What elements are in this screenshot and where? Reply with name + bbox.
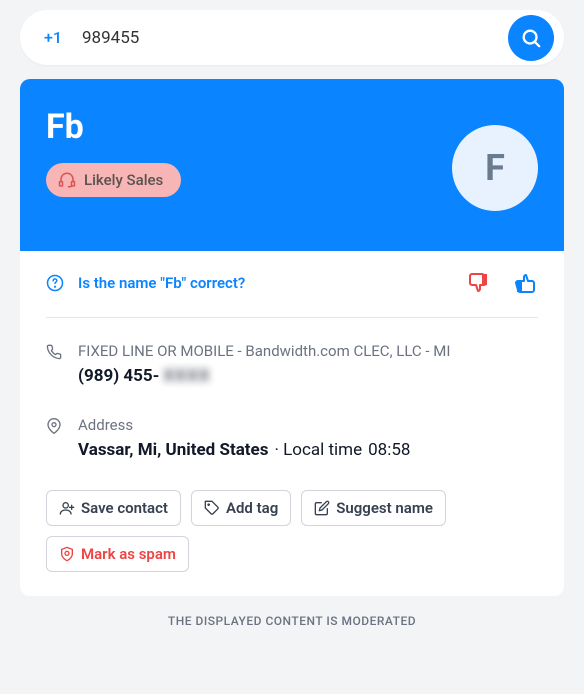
phone-icon [46,342,64,386]
address-city: Vassar, Mi, United States [78,440,268,460]
address-section: Address Vassar, Mi, United States · Loca… [46,416,538,460]
question-icon [46,274,64,292]
phone-visible: (989) 455- [78,366,159,386]
address-value: Vassar, Mi, United States · Local time 0… [78,440,410,460]
tag-icon [204,500,220,516]
save-contact-button[interactable]: Save contact [46,490,181,526]
card-header: Fb Likely Sales F [20,79,564,251]
thumbs-up-button[interactable] [514,271,538,295]
avatar: F [452,125,538,211]
country-code-prefix[interactable]: +1 [44,28,62,47]
likely-sales-badge: Likely Sales [46,163,181,197]
add-tag-label: Add tag [226,499,278,517]
thumbs-down-button[interactable] [466,271,490,295]
phone-hidden: XXXX [163,366,210,386]
carrier-label: FIXED LINE OR MOBILE - Bandwidth.com CLE… [78,342,450,360]
search-icon [520,27,542,49]
address-label: Address [78,416,410,434]
verify-row: Is the name "Fb" correct? [46,271,538,318]
thumbs-up-icon [514,271,538,295]
moderation-footer: THE DISPLAYED CONTENT IS MODERATED [0,596,584,632]
local-time-prefix: · Local time [274,440,362,460]
badge-label: Likely Sales [84,171,163,189]
actions-row: Save contact Add tag Suggest name Mark a… [46,490,538,572]
search-bar: +1 [20,10,564,65]
edit-icon [314,500,330,516]
mark-as-spam-button[interactable]: Mark as spam [46,536,189,572]
thumbs-down-icon [466,271,490,295]
add-tag-button[interactable]: Add tag [191,490,291,526]
suggest-name-label: Suggest name [336,499,433,517]
person-add-icon [59,500,75,516]
suggest-name-button[interactable]: Suggest name [301,490,446,526]
phone-number: (989) 455- XXXX [78,366,450,386]
headset-icon [58,171,76,189]
save-contact-label: Save contact [81,499,168,517]
avatar-letter: F [485,147,505,189]
phone-search-input[interactable] [82,28,508,48]
phone-section: FIXED LINE OR MOBILE - Bandwidth.com CLE… [46,342,538,386]
location-icon [46,416,64,460]
shield-icon [59,546,75,562]
verify-question[interactable]: Is the name "Fb" correct? [78,274,245,292]
card-body: Is the name "Fb" correct? FIXED LINE OR … [20,251,564,596]
search-button[interactable] [508,15,554,61]
local-time: 08:58 [368,440,410,460]
mark-as-spam-label: Mark as spam [81,545,176,563]
result-card: Fb Likely Sales F Is the name "Fb" corre… [20,79,564,596]
